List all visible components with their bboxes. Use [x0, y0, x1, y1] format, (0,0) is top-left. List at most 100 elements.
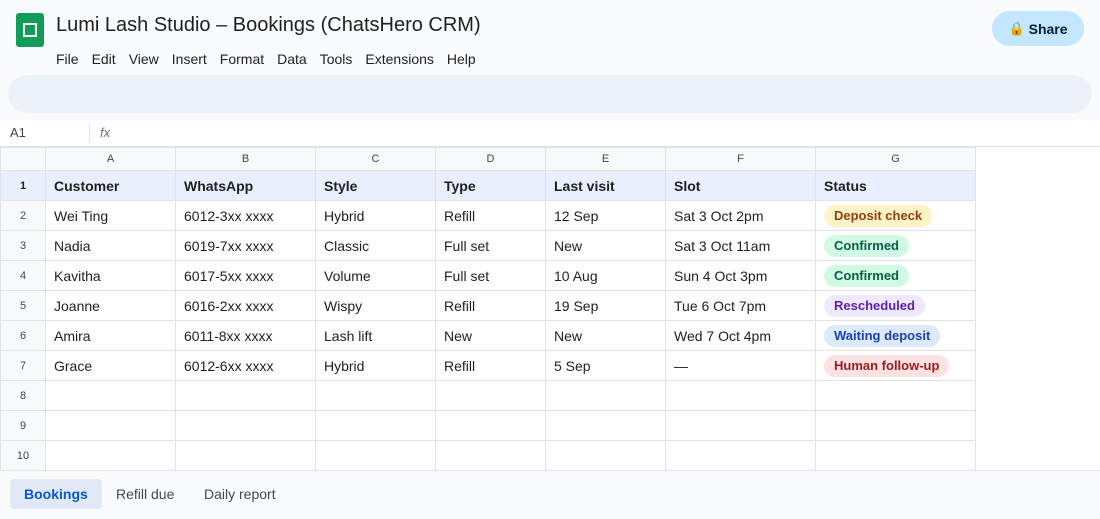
cell-status[interactable]: Human follow-up [815, 350, 976, 381]
cell-customer[interactable] [45, 380, 176, 411]
document-title[interactable]: Lumi Lash Studio – Bookings (ChatsHero C… [56, 14, 481, 37]
menu-extensions[interactable]: Extensions [365, 51, 439, 67]
cell-slot[interactable]: Sat 3 Oct 11am [665, 230, 816, 261]
column-header-d[interactable]: D [435, 147, 546, 171]
cell-slot[interactable]: Sun 4 Oct 3pm [665, 260, 816, 291]
row-number[interactable]: 4 [0, 260, 46, 291]
menu-edit[interactable]: Edit [92, 51, 122, 67]
cell-status[interactable] [815, 380, 976, 411]
cell-style[interactable] [315, 380, 436, 411]
cell-status[interactable] [815, 440, 976, 471]
cell-type[interactable] [435, 380, 546, 411]
cell-status[interactable]: Rescheduled [815, 290, 976, 321]
cell-type[interactable]: New [435, 320, 546, 351]
column-header-b[interactable]: B [175, 147, 316, 171]
cell-slot[interactable] [665, 410, 816, 441]
sheets-logo-icon[interactable] [16, 13, 44, 47]
column-header-f[interactable]: F [665, 147, 816, 171]
cell-slot[interactable]: Sat 3 Oct 2pm [665, 200, 816, 231]
row-number[interactable]: 5 [0, 290, 46, 321]
row-number[interactable]: 2 [0, 200, 46, 231]
row-number[interactable]: 1 [0, 170, 46, 201]
menu-view[interactable]: View [129, 51, 165, 67]
cell-style[interactable] [315, 410, 436, 441]
cell-last-visit[interactable]: 19 Sep [545, 290, 666, 321]
sheet-tab-daily-report[interactable]: Daily report [190, 479, 290, 509]
cell-whatsapp[interactable]: 6012-6xx xxxx [175, 350, 316, 381]
menu-help[interactable]: Help [447, 51, 482, 67]
header-cell-status[interactable]: Status [815, 170, 976, 201]
header-cell-type[interactable]: Type [435, 170, 546, 201]
sheet-tab-bookings[interactable]: Bookings [10, 479, 102, 509]
cell-type[interactable] [435, 440, 546, 471]
cell-last-visit[interactable] [545, 410, 666, 441]
cell-status[interactable] [815, 410, 976, 441]
cell-type[interactable]: Full set [435, 260, 546, 291]
column-header-g[interactable]: G [815, 147, 976, 171]
cell-whatsapp[interactable]: 6017-5xx xxxx [175, 260, 316, 291]
menu-data[interactable]: Data [277, 51, 313, 67]
cell-customer[interactable]: Grace [45, 350, 176, 381]
select-all-corner[interactable] [0, 147, 46, 171]
name-box[interactable]: A1 [10, 125, 26, 140]
cell-status[interactable]: Waiting deposit [815, 320, 976, 351]
share-button[interactable]: 🔒 Share [992, 11, 1084, 46]
cell-slot[interactable] [665, 380, 816, 411]
sheet-tab-refill-due[interactable]: Refill due [102, 479, 188, 509]
cell-slot[interactable] [665, 440, 816, 471]
cell-customer[interactable]: Nadia [45, 230, 176, 261]
cell-style[interactable]: Hybrid [315, 200, 436, 231]
cell-slot[interactable]: Wed 7 Oct 4pm [665, 320, 816, 351]
menu-insert[interactable]: Insert [172, 51, 213, 67]
row-number[interactable]: 9 [0, 410, 46, 441]
cell-whatsapp[interactable]: 6019-7xx xxxx [175, 230, 316, 261]
row-number[interactable]: 8 [0, 380, 46, 411]
cell-type[interactable]: Refill [435, 200, 546, 231]
cell-style[interactable]: Wispy [315, 290, 436, 321]
row-number[interactable]: 3 [0, 230, 46, 261]
header-cell-slot[interactable]: Slot [665, 170, 816, 201]
cell-slot[interactable]: — [665, 350, 816, 381]
cell-whatsapp[interactable] [175, 440, 316, 471]
header-cell-style[interactable]: Style [315, 170, 436, 201]
cell-customer[interactable]: Kavitha [45, 260, 176, 291]
header-cell-last-visit[interactable]: Last visit [545, 170, 666, 201]
cell-type[interactable] [435, 410, 546, 441]
cell-style[interactable]: Volume [315, 260, 436, 291]
cell-last-visit[interactable]: 10 Aug [545, 260, 666, 291]
menu-tools[interactable]: Tools [320, 51, 359, 67]
cell-customer[interactable]: Joanne [45, 290, 176, 321]
cell-customer[interactable]: Wei Ting [45, 200, 176, 231]
cell-type[interactable]: Refill [435, 290, 546, 321]
row-number[interactable]: 10 [0, 440, 46, 471]
cell-customer[interactable] [45, 410, 176, 441]
cell-last-visit[interactable]: New [545, 320, 666, 351]
cell-whatsapp[interactable]: 6016-2xx xxxx [175, 290, 316, 321]
cell-status[interactable]: Deposit check [815, 200, 976, 231]
cell-last-visit[interactable]: 5 Sep [545, 350, 666, 381]
cell-type[interactable]: Refill [435, 350, 546, 381]
cell-whatsapp[interactable]: 6011-8xx xxxx [175, 320, 316, 351]
cell-status[interactable]: Confirmed [815, 260, 976, 291]
cell-last-visit[interactable]: 12 Sep [545, 200, 666, 231]
cell-customer[interactable] [45, 440, 176, 471]
cell-last-visit[interactable] [545, 440, 666, 471]
cell-whatsapp[interactable] [175, 380, 316, 411]
cell-last-visit[interactable]: New [545, 230, 666, 261]
cell-last-visit[interactable] [545, 380, 666, 411]
row-number[interactable]: 6 [0, 320, 46, 351]
column-header-c[interactable]: C [315, 147, 436, 171]
cell-style[interactable] [315, 440, 436, 471]
cell-whatsapp[interactable]: 6012-3xx xxxx [175, 200, 316, 231]
cell-slot[interactable]: Tue 6 Oct 7pm [665, 290, 816, 321]
cell-type[interactable]: Full set [435, 230, 546, 261]
cell-status[interactable]: Confirmed [815, 230, 976, 261]
cell-customer[interactable]: Amira [45, 320, 176, 351]
header-cell-customer[interactable]: Customer [45, 170, 176, 201]
column-header-e[interactable]: E [545, 147, 666, 171]
cell-style[interactable]: Hybrid [315, 350, 436, 381]
row-number[interactable]: 7 [0, 350, 46, 381]
column-header-a[interactable]: A [45, 147, 176, 171]
cell-whatsapp[interactable] [175, 410, 316, 441]
cell-style[interactable]: Lash lift [315, 320, 436, 351]
